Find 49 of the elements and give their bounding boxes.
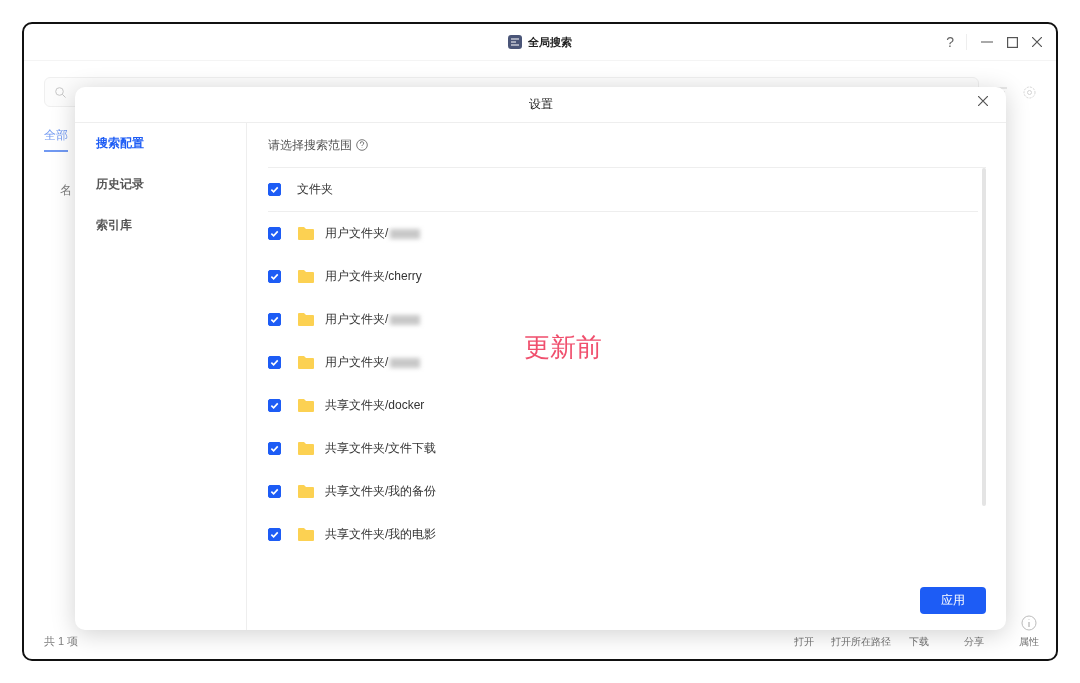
nav-item[interactable]: 搜索配置 <box>96 135 246 152</box>
dialog-title: 设置 <box>528 96 553 113</box>
folder-icon <box>297 484 315 499</box>
checkbox[interactable] <box>268 270 281 283</box>
folder-header: 文件夹 <box>297 181 333 198</box>
apply-button[interactable]: 应用 <box>920 587 986 614</box>
close-button[interactable] <box>978 96 988 106</box>
action-label[interactable]: 打开所在路径 <box>831 635 891 649</box>
checkbox[interactable] <box>268 227 281 240</box>
maximize-icon[interactable] <box>1007 36 1018 48</box>
tab[interactable]: 全部 <box>44 127 68 152</box>
nav-item[interactable]: 索引库 <box>96 217 246 234</box>
item-count: 共 1 项 <box>44 634 79 649</box>
folder-icon <box>297 269 315 284</box>
column-header: 名 <box>60 182 72 199</box>
action-label[interactable]: 打开 <box>793 635 814 649</box>
folder-icon <box>297 398 315 413</box>
help-button[interactable]: ? <box>946 34 967 50</box>
app-icon <box>508 35 522 49</box>
folder-icon <box>297 441 315 456</box>
checkbox[interactable] <box>268 399 281 412</box>
folder-path: 用户文件夹/ <box>325 225 389 242</box>
folder-path: 共享文件夹/文件下载 <box>325 440 437 457</box>
folder-icon <box>297 226 315 241</box>
annotation-text: 更新前 <box>524 331 602 364</box>
folder-path: 用户文件夹/cherry <box>325 268 422 285</box>
checkbox[interactable] <box>268 485 281 498</box>
folder-icon <box>297 355 315 370</box>
nav-item[interactable]: 历史记录 <box>96 176 246 193</box>
action-label[interactable]: 属性 <box>1018 635 1039 649</box>
checkbox[interactable] <box>268 356 281 369</box>
checkbox[interactable] <box>268 183 281 196</box>
folder-path: 用户文件夹/ <box>325 311 389 328</box>
folder-icon <box>297 527 315 542</box>
close-icon[interactable] <box>1032 37 1042 47</box>
scope-label: 请选择搜索范围 <box>268 136 352 154</box>
window-title: 全局搜索 <box>528 34 572 50</box>
folder-path: 共享文件夹/docker <box>325 397 425 414</box>
action-label[interactable]: 分享 <box>963 635 984 649</box>
checkbox[interactable] <box>268 442 281 455</box>
folder-path: 共享文件夹/我的备份 <box>325 483 437 500</box>
folder-path: 用户文件夹/ <box>325 354 389 371</box>
search-icon <box>55 86 66 98</box>
help-icon[interactable] <box>356 139 368 151</box>
folder-icon <box>297 312 315 327</box>
checkbox[interactable] <box>268 528 281 541</box>
checkbox[interactable] <box>268 313 281 326</box>
folder-path: 共享文件夹/我的电影 <box>325 526 437 543</box>
action-label[interactable]: 下载 <box>908 635 929 649</box>
